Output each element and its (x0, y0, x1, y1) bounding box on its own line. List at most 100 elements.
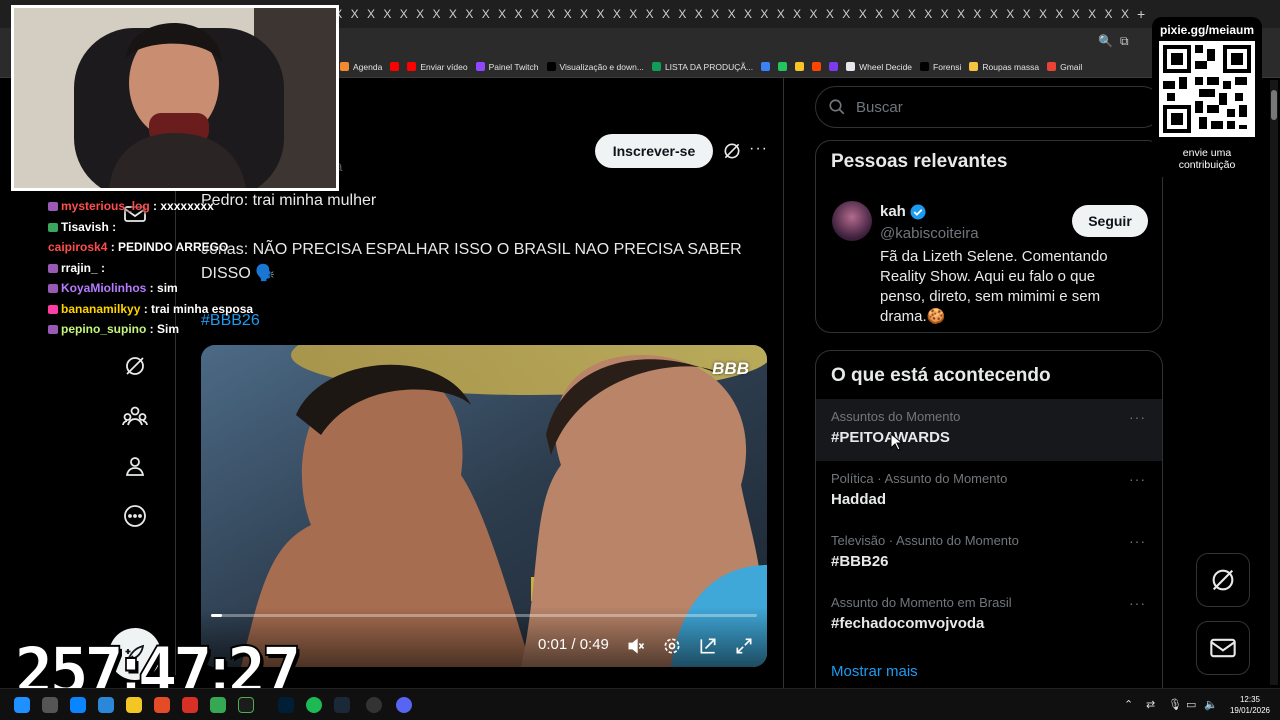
steam-icon[interactable] (334, 697, 350, 713)
grok-icon[interactable] (119, 350, 151, 382)
user-name[interactable]: kah (880, 203, 906, 220)
tab-close-icon[interactable]: X (969, 0, 985, 28)
bookmark-item[interactable] (390, 62, 400, 71)
messages-float-button[interactable] (1196, 621, 1250, 675)
bookmark-item[interactable] (761, 62, 771, 71)
tab-close-icon[interactable]: X (363, 0, 379, 28)
taskbar-app-icon[interactable] (210, 697, 226, 713)
system-clock[interactable]: 12:35 19/01/2026 (1224, 694, 1276, 716)
tab-close-icon[interactable]: X (805, 0, 821, 28)
tab-close-icon[interactable]: X (822, 0, 838, 28)
taskbar-app-icon[interactable] (126, 697, 142, 713)
bookmark-item[interactable]: LISTA DA PRODUÇÃ... (651, 62, 753, 72)
cast-icon[interactable]: ⧉ (1120, 34, 1129, 49)
tab-close-icon[interactable]: X (592, 0, 608, 28)
taskbar-app-icon[interactable] (154, 697, 170, 713)
profile-icon[interactable] (119, 450, 151, 482)
photoshop-icon[interactable] (278, 697, 294, 713)
tab-close-icon[interactable]: X (625, 0, 641, 28)
trend-more-icon[interactable]: ··· (1129, 471, 1146, 487)
bookmark-item[interactable] (778, 62, 788, 71)
bookmark-item[interactable]: Visualização e down... (546, 62, 644, 72)
trend-item[interactable]: Política · Assunto do Momento Haddad ··· (816, 461, 1162, 523)
tab-close-icon[interactable]: X (641, 0, 657, 28)
taskbar-app-icon[interactable] (366, 697, 382, 713)
tab-close-icon[interactable]: X (691, 0, 707, 28)
tab-close-icon[interactable]: X (871, 0, 887, 28)
tab-close-icon[interactable]: X (1051, 0, 1067, 28)
taskbar-app-icon[interactable] (98, 697, 114, 713)
tab-close-icon[interactable]: X (609, 0, 625, 28)
tab-close-icon[interactable]: X (773, 0, 789, 28)
grok-icon[interactable] (722, 141, 742, 166)
tab-close-icon[interactable]: X (379, 0, 395, 28)
tab-close-icon[interactable]: X (904, 0, 920, 28)
microphone-icon[interactable]: 🎙 (1168, 698, 1182, 711)
tab-close-icon[interactable]: X (412, 0, 428, 28)
tab-close-icon[interactable]: X (936, 0, 952, 28)
spotify-icon[interactable] (306, 697, 322, 713)
tray-app-icon[interactable]: ⇄ (1146, 698, 1155, 711)
search-box[interactable] (815, 86, 1163, 128)
tab-close-icon[interactable]: X (1068, 0, 1084, 28)
trend-item[interactable]: Assuntos do Momento #PEITOAWARDS ··· (816, 399, 1162, 461)
tab-close-icon[interactable]: X (789, 0, 805, 28)
tab-close-icon[interactable]: X (1002, 0, 1018, 28)
fullscreen-icon[interactable] (733, 635, 755, 657)
tab-close-icon[interactable]: X (543, 0, 559, 28)
tab-close-icon[interactable]: X (445, 0, 461, 28)
new-tab-button[interactable]: + (1137, 6, 1145, 22)
video-progress-bar[interactable] (211, 614, 757, 617)
tab-close-icon[interactable]: X (428, 0, 444, 28)
bookmark-item[interactable] (812, 62, 822, 71)
taskbar-app-icon[interactable] (70, 697, 86, 713)
taskbar-app-icon[interactable] (238, 697, 254, 713)
discord-icon[interactable] (396, 697, 412, 713)
tab-close-icon[interactable]: X (1035, 0, 1051, 28)
bookmark-item[interactable] (829, 62, 839, 71)
scrollbar-track[interactable] (1270, 80, 1278, 685)
tab-close-icon[interactable]: X (986, 0, 1002, 28)
search-input[interactable] (856, 98, 1136, 116)
trend-more-icon[interactable]: ··· (1129, 409, 1146, 425)
zoom-icon[interactable]: 🔍 (1098, 34, 1113, 48)
follow-button[interactable]: Seguir (1072, 205, 1148, 237)
tab-close-icon[interactable]: X (920, 0, 936, 28)
bookmark-item[interactable]: Enviar vídeo (407, 62, 468, 72)
tab-close-icon[interactable]: X (527, 0, 543, 28)
tab-close-icon[interactable]: X (396, 0, 412, 28)
tab-close-icon[interactable]: X (1018, 0, 1034, 28)
subscribe-button[interactable]: Inscrever-se (595, 134, 713, 168)
tab-close-icon[interactable]: X (576, 0, 592, 28)
network-icon[interactable]: ▭ (1186, 698, 1196, 711)
tab-close-icon[interactable]: X (707, 0, 723, 28)
bookmark-item[interactable]: Wheel Decide (846, 62, 912, 72)
tab-close-icon[interactable]: X (838, 0, 854, 28)
bookmark-item[interactable]: Roupas massa (969, 62, 1039, 72)
tab-close-icon[interactable]: X (740, 0, 756, 28)
tab-close-icon[interactable]: X (461, 0, 477, 28)
user-handle[interactable]: @kabiscoiteira (880, 225, 979, 242)
tab-close-icon[interactable]: X (346, 0, 362, 28)
picture-in-picture-icon[interactable] (697, 635, 719, 657)
video-player[interactable]: BBB 0:01 / 0:49 (201, 345, 767, 667)
show-more-link[interactable]: Mostrar mais (831, 663, 918, 680)
grok-float-button[interactable] (1196, 553, 1250, 607)
tab-close-icon[interactable]: X (1084, 0, 1100, 28)
tab-close-icon[interactable]: X (658, 0, 674, 28)
tab-close-icon[interactable]: X (756, 0, 772, 28)
taskbar-app-icon[interactable] (182, 697, 198, 713)
tab-close-icon[interactable]: X (1117, 0, 1133, 28)
start-icon[interactable] (14, 697, 30, 713)
settings-gear-icon[interactable] (661, 635, 683, 657)
tab-close-icon[interactable]: X (887, 0, 903, 28)
trend-item[interactable]: Televisão · Assunto do Momento #BBB26 ··… (816, 523, 1162, 585)
bookmark-item[interactable]: Agenda (340, 62, 382, 72)
tab-close-icon[interactable]: X (559, 0, 575, 28)
tab-close-icon[interactable]: X (1100, 0, 1116, 28)
volume-tray-icon[interactable]: 🔈 (1204, 698, 1218, 711)
volume-icon[interactable] (625, 635, 647, 657)
more-options-icon[interactable] (119, 500, 151, 532)
tray-chevron-icon[interactable]: ⌃ (1124, 698, 1133, 711)
trend-more-icon[interactable]: ··· (1129, 595, 1146, 611)
